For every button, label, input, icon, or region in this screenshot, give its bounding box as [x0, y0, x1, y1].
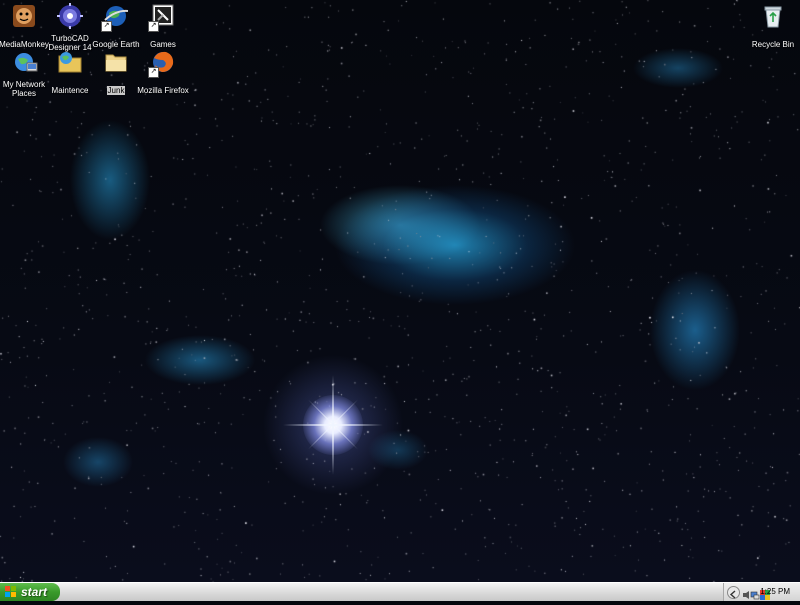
turbocad-icon [55, 2, 85, 32]
expand-arrow-icon[interactable] [727, 586, 740, 599]
shortcut-arrow-icon: ↗ [148, 67, 159, 78]
network-icon[interactable] [750, 587, 760, 600]
start-label: start [21, 585, 48, 599]
desktop-icon-label: Junk [106, 86, 126, 95]
google-earth-icon: ↗ [101, 2, 131, 32]
desktop-icon-label: Recycle Bin [751, 40, 795, 49]
taskbar: start 1:25 PM [0, 582, 800, 601]
games-icon: ↗ [148, 2, 178, 32]
desktop-background[interactable]: MediaMonkey TurboCAD Designer 14 ↗ Googl… [0, 0, 800, 582]
windows-flag-icon [5, 586, 17, 598]
clock[interactable]: 1:25 PM [760, 583, 790, 601]
shortcut-arrow-icon: ↗ [148, 21, 159, 32]
maintenance-folder-icon [55, 48, 85, 78]
desktop-icon-recycle-bin[interactable]: Recycle Bin [741, 2, 800, 52]
desktop-icon-label: Mozilla Firefox [137, 86, 189, 95]
network-places-icon [9, 48, 39, 78]
desktop-icon-firefox[interactable]: ↗ Mozilla Firefox [131, 48, 195, 98]
shortcut-arrow-icon: ↗ [101, 21, 112, 32]
recycle-bin-icon [758, 2, 788, 32]
system-tray: 1:25 PM [723, 583, 800, 601]
start-button[interactable]: start [0, 583, 60, 601]
mediamonkey-icon [9, 2, 39, 32]
desktop-icon-games[interactable]: ↗ Games [131, 2, 195, 52]
firefox-icon: ↗ [148, 48, 178, 78]
folder-icon [101, 48, 131, 78]
